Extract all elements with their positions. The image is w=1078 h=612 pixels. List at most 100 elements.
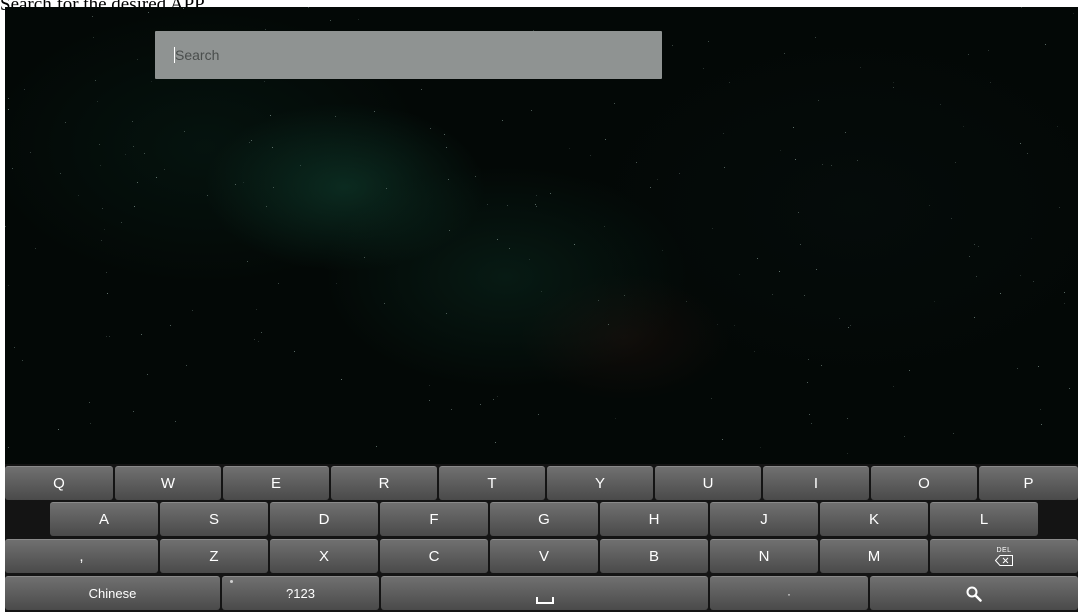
key-b[interactable]: B: [600, 539, 708, 573]
star: [934, 301, 935, 302]
star: [109, 336, 110, 337]
key-comma[interactable]: ,: [5, 539, 158, 573]
star: [14, 347, 15, 348]
star: [106, 336, 107, 337]
star: [614, 103, 615, 104]
key-s[interactable]: S: [160, 502, 268, 536]
star: [125, 154, 126, 155]
star: [97, 101, 98, 102]
star: [909, 370, 910, 371]
backspace-icon: DEL: [995, 547, 1013, 566]
key-period[interactable]: ·: [710, 576, 868, 610]
key-a[interactable]: A: [50, 502, 158, 536]
star: [1041, 424, 1042, 425]
key-y[interactable]: Y: [547, 466, 653, 500]
star: [254, 339, 255, 340]
star: [904, 436, 905, 437]
key-label: O: [918, 475, 930, 492]
star: [860, 67, 861, 68]
key-label: U: [702, 475, 714, 492]
key-z[interactable]: Z: [160, 539, 268, 573]
star: [1020, 143, 1021, 144]
key-p[interactable]: P: [979, 466, 1078, 500]
key-u[interactable]: U: [655, 466, 761, 500]
star: [1069, 388, 1070, 389]
star: [893, 386, 894, 387]
star: [270, 115, 271, 116]
star: [93, 37, 94, 38]
key-e[interactable]: E: [223, 466, 329, 500]
key-v[interactable]: V: [490, 539, 598, 573]
star: [608, 324, 609, 325]
key-label: Z: [209, 548, 219, 565]
star: [974, 317, 975, 318]
star: [102, 208, 103, 209]
key-k[interactable]: K: [820, 502, 928, 536]
star: [857, 160, 858, 161]
star: [754, 351, 755, 352]
key-f[interactable]: F: [380, 502, 488, 536]
star: [804, 295, 805, 296]
star: [58, 429, 59, 430]
star: [604, 226, 605, 227]
star: [22, 360, 23, 361]
star: [65, 122, 66, 123]
star: [598, 300, 599, 301]
key-label: V: [538, 548, 549, 565]
star: [99, 144, 100, 145]
star: [724, 167, 725, 168]
star: [256, 309, 257, 310]
key-h[interactable]: H: [600, 502, 708, 536]
key-q[interactable]: Q: [5, 466, 113, 500]
key-search[interactable]: [870, 576, 1078, 610]
star: [1057, 126, 1058, 127]
key-j[interactable]: J: [710, 502, 818, 536]
backspace-glyph: [995, 555, 1013, 566]
star: [940, 104, 941, 105]
star: [444, 134, 445, 135]
key-t[interactable]: T: [439, 466, 545, 500]
star: [374, 111, 375, 112]
star: [8, 285, 9, 286]
key-l[interactable]: L: [930, 502, 1038, 536]
star: [1064, 292, 1065, 293]
key-i[interactable]: I: [763, 466, 869, 500]
search-bar[interactable]: [155, 31, 662, 79]
star: [207, 195, 208, 196]
star: [1017, 368, 1018, 369]
key-g[interactable]: G: [490, 502, 598, 536]
key-delete[interactable]: DEL: [930, 539, 1078, 573]
star: [711, 398, 712, 399]
star: [531, 110, 532, 111]
key-n[interactable]: N: [710, 539, 818, 573]
search-input[interactable]: [155, 31, 662, 79]
star: [247, 261, 248, 262]
star: [265, 29, 266, 30]
search-icon: [966, 586, 982, 602]
star: [893, 87, 894, 88]
key-chinese[interactable]: Chinese: [5, 576, 220, 610]
long-press-dot-icon: [230, 580, 233, 583]
star: [929, 205, 930, 206]
star: [170, 325, 171, 326]
star: [8, 109, 9, 110]
key-d[interactable]: D: [270, 502, 378, 536]
star: [976, 276, 977, 277]
star: [502, 120, 503, 121]
key-symbols[interactable]: ?123: [222, 576, 379, 610]
star: [480, 404, 481, 405]
key-o[interactable]: O: [871, 466, 977, 500]
star: [384, 303, 385, 304]
key-label: P: [1023, 475, 1034, 492]
star: [800, 244, 801, 245]
star: [147, 374, 148, 375]
key-space[interactable]: [381, 576, 708, 610]
star: [90, 423, 91, 424]
key-w[interactable]: W: [115, 466, 221, 500]
key-c[interactable]: C: [380, 539, 488, 573]
key-m[interactable]: M: [820, 539, 928, 573]
key-x[interactable]: X: [270, 539, 378, 573]
star: [784, 53, 785, 54]
key-r[interactable]: R: [331, 466, 437, 500]
star: [1059, 207, 1060, 208]
